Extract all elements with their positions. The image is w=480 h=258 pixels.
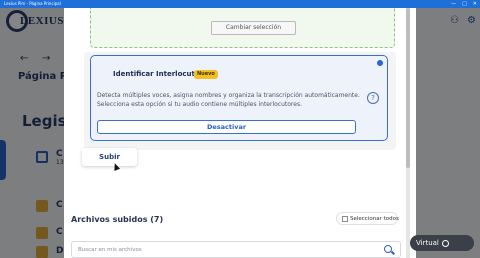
os-title-bar: Lexius Pim - Página Principal — □ ✕ (0, 0, 480, 8)
search-icon[interactable] (384, 245, 392, 253)
change-selection-button[interactable]: Cambiar selección (211, 21, 296, 35)
virtual-assistant-button[interactable]: Virtual (410, 235, 474, 251)
search-input[interactable] (78, 244, 368, 256)
select-all-label[interactable]: Seleccionar todos (350, 213, 399, 225)
virtual-label: Virtual (416, 239, 439, 247)
speaker-identification-option[interactable]: Identificar Interlocutores Nuevo Detecta… (90, 55, 388, 141)
window-title: Lexius Pim - Página Principal (4, 1, 61, 6)
close-icon[interactable]: ✕ (473, 0, 477, 8)
files-search (71, 241, 401, 258)
modal-scrollbar[interactable] (406, 8, 410, 258)
upload-modal: Cambiar selección Identificar Interlocut… (64, 8, 416, 258)
select-all-checkbox[interactable] (342, 216, 348, 222)
help-icon[interactable]: ? (367, 92, 379, 104)
select-all-toggle[interactable]: Seleccionar todos (336, 212, 399, 225)
option-radio[interactable] (377, 60, 383, 66)
uploaded-files-title: Archivos subidos (7) (71, 215, 164, 224)
upload-dropzone[interactable]: Cambiar selección (90, 8, 395, 48)
maximize-icon[interactable]: □ (462, 0, 467, 8)
scrollbar-thumb[interactable] (406, 8, 410, 168)
chat-icon (441, 239, 449, 247)
deactivate-button[interactable]: Desactivar (97, 120, 356, 134)
option-description: Detecta múltiples voces, asigna nombres … (97, 92, 360, 108)
upload-button[interactable]: Subir (82, 148, 137, 166)
new-badge: Nuevo (194, 70, 218, 79)
minimize-icon[interactable]: — (451, 0, 456, 8)
